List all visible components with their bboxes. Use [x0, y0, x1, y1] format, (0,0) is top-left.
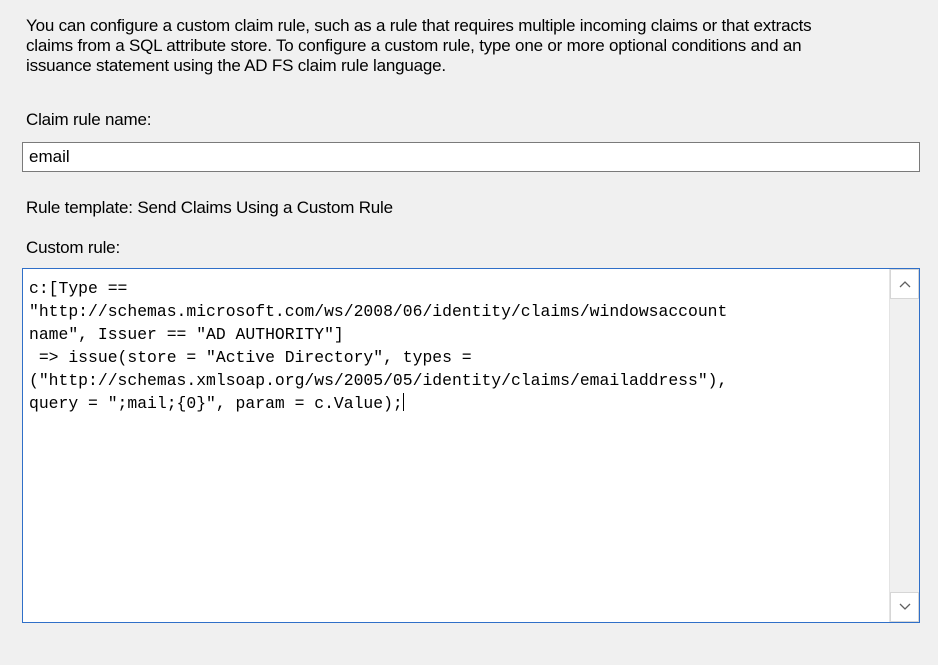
rule-line: ("http://schemas.xmlsoap.org/ws/2005/05/… [29, 371, 728, 390]
rule-line: => issue(store = "Active Directory", typ… [29, 348, 472, 367]
description-line: issuance statement using the AD FS claim… [26, 56, 446, 75]
rule-line: "http://schemas.microsoft.com/ws/2008/06… [29, 302, 728, 321]
rule-line: query = ";mail;{0}", param = c.Value); [29, 394, 403, 413]
custom-rule-text[interactable]: c:[Type == "http://schemas.microsoft.com… [29, 277, 889, 415]
text-caret [402, 393, 404, 411]
description-text: You can configure a custom claim rule, s… [26, 16, 916, 76]
vertical-scrollbar[interactable] [889, 269, 919, 622]
description-line: claims from a SQL attribute store. To co… [26, 36, 802, 55]
custom-rule-label: Custom rule: [26, 238, 120, 257]
chevron-up-icon [899, 280, 911, 288]
rule-template-label: Rule template: Send Claims Using a Custo… [26, 198, 393, 217]
rule-line: name", Issuer == "AD AUTHORITY"] [29, 325, 344, 344]
rule-line: c:[Type == [29, 279, 128, 298]
claim-rule-name-input[interactable] [22, 142, 920, 172]
scroll-up-button[interactable] [890, 269, 919, 299]
chevron-down-icon [899, 603, 911, 611]
scroll-down-button[interactable] [890, 592, 919, 622]
description-line: You can configure a custom claim rule, s… [26, 16, 812, 35]
claim-rule-name-label: Claim rule name: [26, 110, 152, 129]
custom-rule-textarea[interactable]: c:[Type == "http://schemas.microsoft.com… [22, 268, 920, 623]
